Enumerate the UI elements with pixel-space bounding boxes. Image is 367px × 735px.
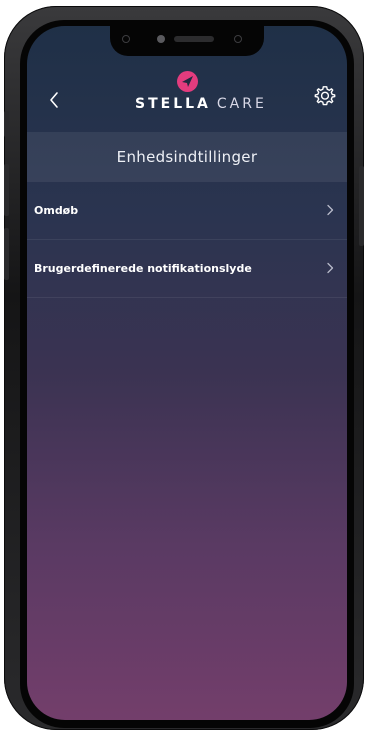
sensor-icon (234, 35, 242, 43)
phone-frame: STELLA CARE Enhedsindtillinger Omdøb Bru… (4, 6, 364, 730)
gear-icon[interactable] (313, 84, 337, 108)
settings-list: Omdøb Brugerdefinerede notifikationslyde (27, 182, 347, 298)
chevron-left-icon[interactable] (45, 90, 65, 110)
camera-icon (157, 35, 165, 43)
chevron-right-icon (327, 262, 334, 274)
list-item-rename[interactable]: Omdøb (27, 182, 347, 240)
app-screen: STELLA CARE Enhedsindtillinger Omdøb Bru… (27, 26, 347, 720)
top-bar: STELLA CARE (27, 66, 347, 126)
paper-plane-icon (177, 71, 198, 92)
page-title-bar: Enhedsindtillinger (27, 132, 347, 182)
volume-up-button (4, 164, 9, 216)
logo-stella-text: STELLA (135, 96, 211, 112)
chevron-right-icon (327, 204, 334, 216)
list-item-label: Brugerdefinerede notifikationslyde (34, 262, 252, 275)
notch (110, 26, 264, 56)
power-button (359, 166, 364, 246)
logo-care-text: CARE (216, 96, 267, 112)
volume-down-button (4, 228, 9, 280)
brand-logo: STELLA CARE (135, 96, 267, 112)
sensor-icon (122, 35, 130, 43)
speaker-grille (174, 36, 214, 42)
page-title: Enhedsindtillinger (116, 148, 258, 166)
list-item-custom-notification-sounds[interactable]: Brugerdefinerede notifikationslyde (27, 240, 347, 298)
mute-switch (4, 111, 9, 137)
list-item-label: Omdøb (34, 204, 79, 217)
